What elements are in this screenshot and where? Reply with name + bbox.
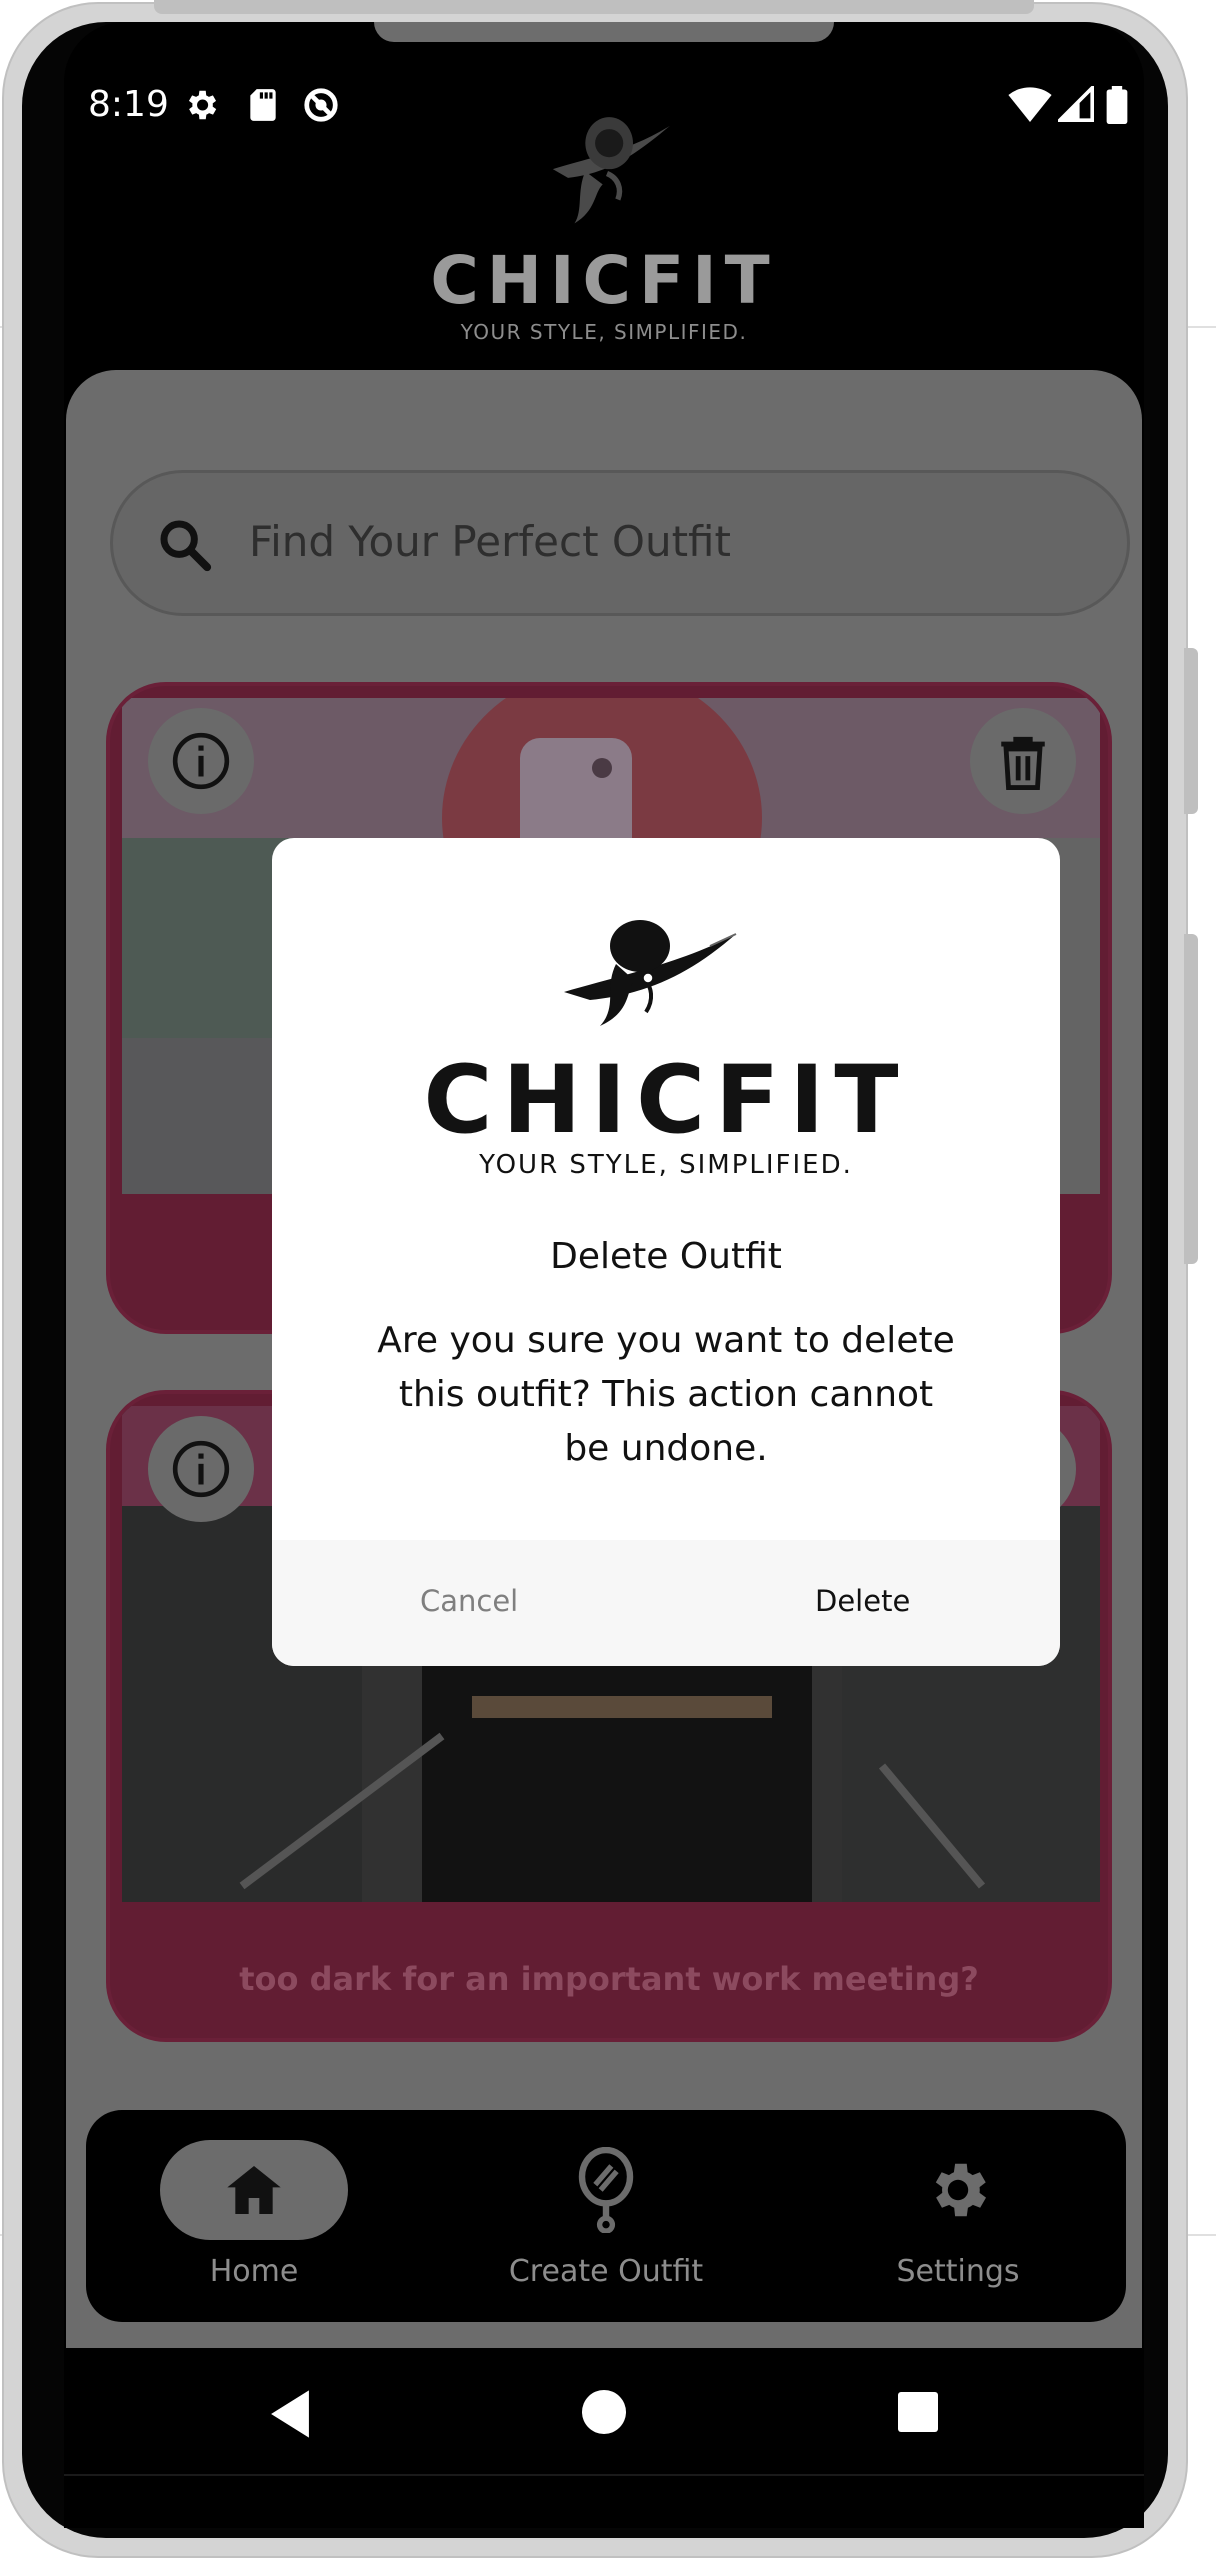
dialog-brand-tagline: YOUR STYLE, SIMPLIFIED. bbox=[479, 1150, 853, 1180]
screen: 8:19 CHICFIT YOUR STYLE, SIMPLIFIED. Fin… bbox=[64, 22, 1144, 2528]
frame-guide-line bbox=[1186, 326, 1216, 328]
confirm-delete-button[interactable]: Delete bbox=[815, 1584, 910, 1618]
frame-guide-line bbox=[1186, 2234, 1216, 2236]
logo-hat-woman-icon bbox=[564, 920, 737, 1026]
delete-outfit-dialog: CHICFIT YOUR STYLE, SIMPLIFIED. Delete O… bbox=[272, 838, 1060, 1666]
phone-frame: 8:19 CHICFIT YOUR STYLE, SIMPLIFIED. Fin… bbox=[2, 0, 1198, 2558]
dialog-message: Are you sure you want to delete this out… bbox=[377, 1320, 955, 1469]
dialog-actions: Cancel Delete bbox=[272, 1540, 1060, 1666]
phone-top-edge bbox=[154, 0, 1034, 14]
dialog-title: Delete Outfit bbox=[550, 1236, 782, 1277]
cancel-button[interactable]: Cancel bbox=[420, 1584, 518, 1618]
volume-button bbox=[1184, 648, 1198, 814]
phone-body: 8:19 CHICFIT YOUR STYLE, SIMPLIFIED. Fin… bbox=[22, 22, 1168, 2538]
dialog-brand-name: CHICFIT bbox=[423, 1046, 909, 1155]
power-button bbox=[1184, 934, 1198, 1264]
